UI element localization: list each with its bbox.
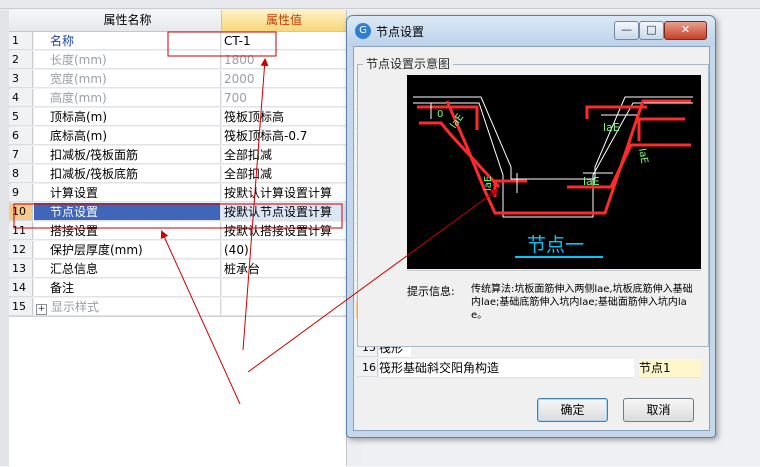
property-value-cell[interactable]: (40) — [222, 241, 346, 259]
lae-label: laE — [636, 148, 649, 165]
list-row-name[interactable]: 筏形基础斜交阳角构造 — [379, 359, 634, 378]
property-name-cell[interactable]: 底标高(m) — [34, 127, 221, 145]
node-settings-dialog: G 节点设置 — □ ✕ 1筏形2筏形3筏形4筏形5筏形6筏形7筏形8平板9梁板… — [346, 15, 716, 438]
close-button[interactable]: ✕ — [664, 21, 707, 40]
maximize-button[interactable]: □ — [639, 21, 664, 40]
header-property-name[interactable]: 属性名称 — [34, 10, 222, 32]
row-number[interactable]: 13 — [9, 260, 33, 278]
minimize-button[interactable]: — — [614, 21, 639, 40]
grid-empty-area — [9, 316, 346, 467]
row-number[interactable]: 9 — [9, 184, 33, 202]
row-number[interactable]: 6 — [9, 127, 33, 145]
property-value-cell[interactable]: 按默认搭接设置计算 — [222, 222, 346, 240]
property-value-cell[interactable] — [222, 298, 346, 316]
grid-corner-header — [9, 10, 35, 32]
property-name-cell[interactable]: 宽度(mm) — [34, 70, 221, 88]
row-number[interactable]: 10 — [9, 203, 33, 221]
property-name-cell[interactable]: 名称 — [34, 32, 221, 50]
row-number[interactable]: 12 — [9, 241, 33, 259]
toolbar-strip — [0, 0, 760, 9]
property-name-cell[interactable]: 汇总信息 — [34, 260, 221, 278]
expand-icon[interactable]: + — [36, 304, 47, 315]
row-number[interactable]: 3 — [9, 70, 33, 88]
property-name-cell[interactable]: 高度(mm) — [34, 89, 221, 107]
row-number[interactable]: 5 — [9, 108, 33, 126]
property-value-cell[interactable]: 桩承台 — [222, 260, 346, 278]
property-name-cell[interactable]: + 显示样式 — [34, 298, 221, 316]
property-value-cell[interactable]: 按默认计算设置计算 — [222, 184, 346, 202]
row-number[interactable]: 11 — [9, 222, 33, 240]
diagram-caption: 节点一 — [527, 234, 584, 256]
property-value-cell[interactable]: 筏板顶标高 — [222, 108, 346, 126]
hint-text: 传统算法:坑板面筋伸入两侧lae,坑板底筋伸入基础内lae;基础底筋伸入坑内la… — [471, 284, 693, 321]
groupbox-label: 节点设置示意图 — [363, 55, 454, 72]
property-name-cell[interactable]: 顶标高(m) — [34, 108, 221, 126]
property-value-cell[interactable]: CT-1 — [222, 32, 346, 50]
row-number[interactable]: 2 — [9, 51, 33, 69]
lae-label: laE — [483, 176, 494, 191]
property-name-cell[interactable]: 保护层厚度(mm) — [34, 241, 221, 259]
header-property-value[interactable]: 属性值 — [222, 10, 347, 32]
property-value-cell[interactable]: 筏板顶标高-0.7 — [222, 127, 346, 145]
row-number[interactable]: 1 — [9, 32, 33, 50]
property-value-cell[interactable]: 700 — [222, 89, 346, 107]
property-name-cell[interactable]: 节点设置 — [34, 203, 221, 221]
property-value-cell[interactable]: 2000 — [222, 70, 346, 88]
rebar-pit-left — [493, 179, 527, 197]
hint-label: 提示信息: — [407, 285, 455, 298]
property-value-cell[interactable]: 全部扣减 — [222, 146, 346, 164]
node-diagram: 0 laE laE laE laE laE 节点一 — [407, 75, 701, 269]
lae-label: laE — [448, 112, 466, 131]
row-number[interactable]: 7 — [9, 146, 33, 164]
property-value-cell[interactable]: 1800 — [222, 51, 346, 69]
ok-button[interactable]: 确定 — [537, 398, 608, 422]
row-number[interactable]: 15 — [9, 298, 33, 316]
cancel-button[interactable]: 取消 — [623, 398, 694, 422]
property-value-cell[interactable] — [222, 279, 346, 297]
property-name-cell[interactable]: 扣减板/筏板面筋 — [34, 146, 221, 164]
lae-label: laE — [583, 175, 600, 188]
rebar-right-upper — [637, 117, 685, 141]
property-value-cell[interactable]: 全部扣减 — [222, 165, 346, 183]
list-row-number: 16 — [356, 359, 378, 377]
lae-label: laE — [603, 121, 620, 134]
row-number[interactable]: 14 — [9, 279, 33, 297]
dialog-titlebar[interactable]: G 节点设置 — □ ✕ — [347, 16, 715, 46]
property-name-cell[interactable]: 长度(mm) — [34, 51, 221, 69]
row-number[interactable]: 8 — [9, 165, 33, 183]
property-name-text: 显示样式 — [51, 300, 100, 314]
property-name-cell[interactable]: 备注 — [34, 279, 221, 297]
property-name-cell[interactable]: 扣减板/筏板底筋 — [34, 165, 221, 183]
list-row-value[interactable]: 节点1 — [639, 359, 701, 378]
node-diagram-drawing: 0 laE laE laE laE laE 节点一 — [413, 96, 693, 258]
property-name-cell[interactable]: 搭接设置 — [34, 222, 221, 240]
dim-zero-label: 0 — [437, 109, 443, 120]
app-icon: G — [355, 23, 371, 39]
property-name-cell[interactable]: 计算设置 — [34, 184, 221, 202]
row-number[interactable]: 4 — [9, 89, 33, 107]
hint-panel: 提示信息: 传统算法:坑板面筋伸入两侧lae,坑板底筋伸入基础内lae;基础底筋… — [407, 270, 701, 344]
dialog-title: 节点设置 — [376, 25, 425, 39]
property-value-cell[interactable]: 按默认节点设置计算 — [222, 203, 346, 221]
rebar-top-left — [417, 105, 479, 130]
